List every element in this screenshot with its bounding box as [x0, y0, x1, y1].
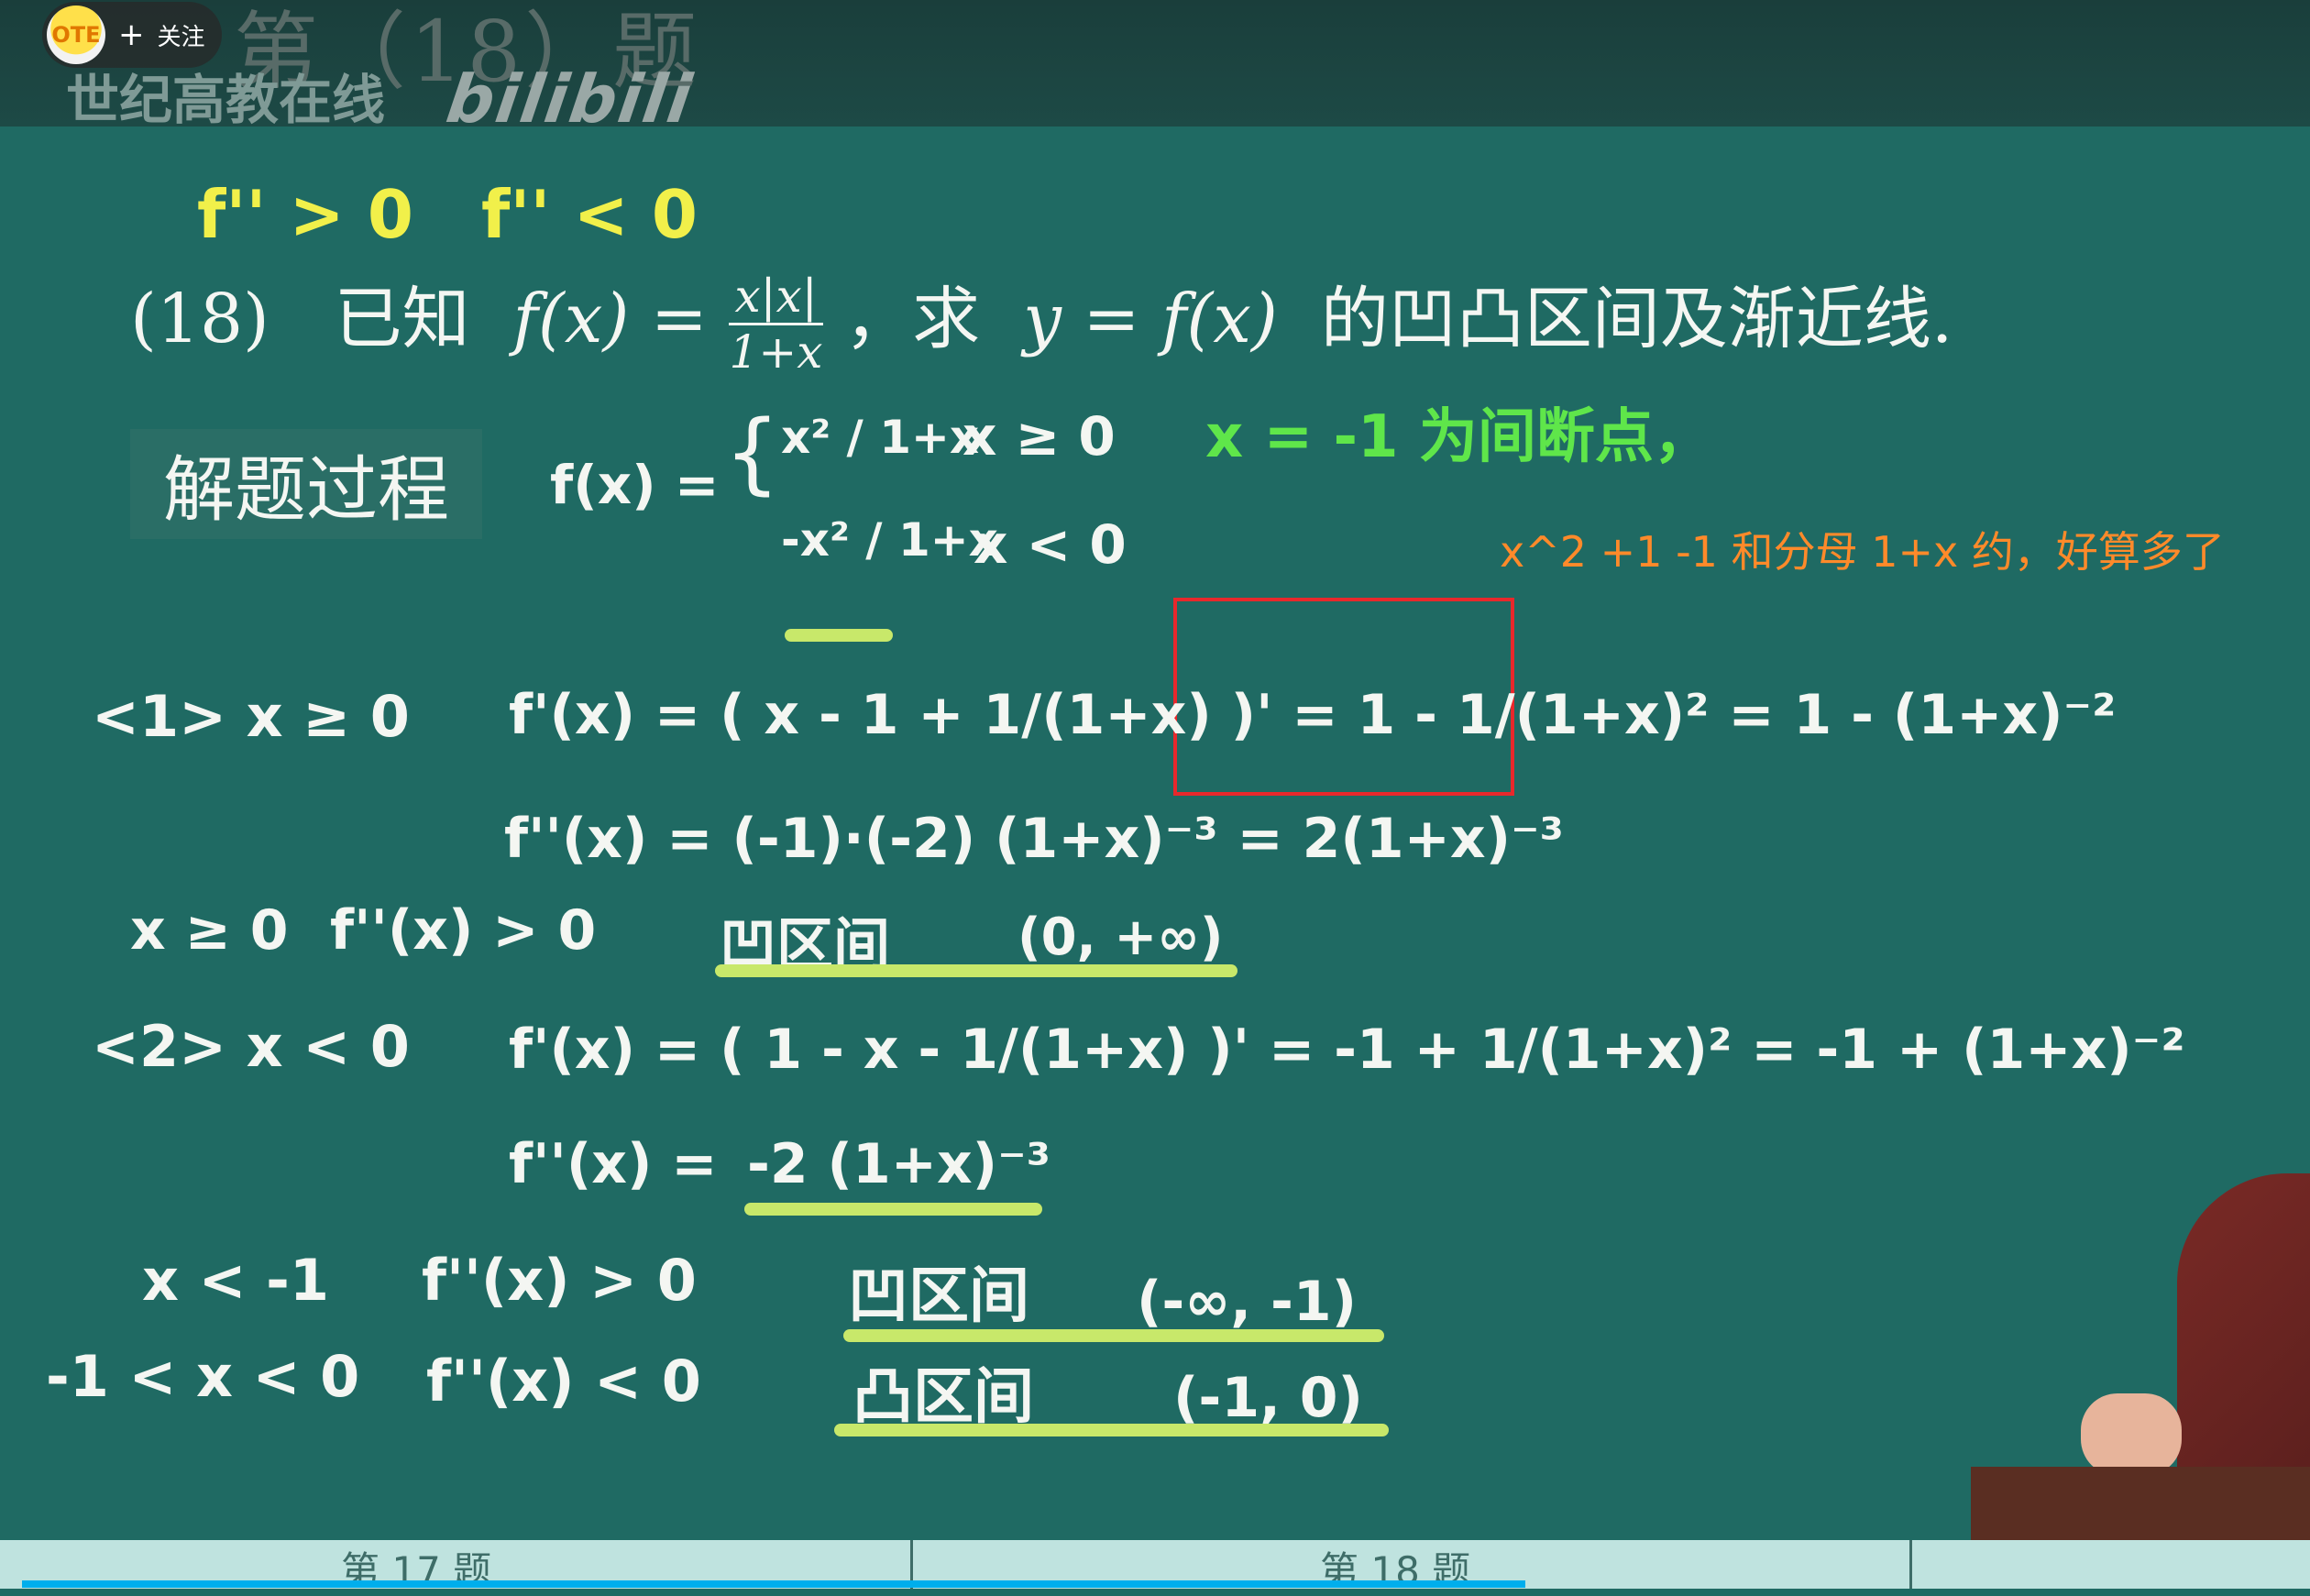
problem-comma: ，求: [844, 280, 981, 358]
case-1-second-derivative: f''(x) = (-1)·(-2) (1+x)⁻³ = 2(1+x)⁻³: [504, 807, 1564, 871]
chalk-underline-piece: [785, 629, 893, 642]
row-4-sign: f''(x) < 0: [426, 1348, 701, 1414]
fraction-numerator: x|x|: [729, 270, 823, 326]
teacher-hand: [2081, 1393, 2182, 1476]
piecewise-branch-1: x² / 1+x: [781, 411, 980, 464]
row-3-sign: f''(x) > 0: [422, 1247, 697, 1314]
case-2-label: <2> x < 0: [92, 1013, 410, 1080]
chalk-underline-case-2: [744, 1203, 1042, 1216]
case-2-second-derivative-rhs: -2 (1+x)⁻³: [747, 1132, 1051, 1196]
annotation-text: x^2 +1 -1 和分母 1+x 约，好算多了: [1500, 527, 2225, 577]
problem-rest: 的凹凸区间及渐近线.: [1320, 280, 1953, 358]
problem-statement: (18) 已知 f(x) = x|x| 1+x ，求 y = f(x) 的凹凸区…: [130, 264, 1952, 379]
chalk-underline-row-4: [834, 1424, 1389, 1436]
piecewise-cond-1: x ≥ 0: [962, 405, 1116, 468]
progress-bar[interactable]: [22, 1580, 1525, 1588]
case-1-sign: f''(x) > 0: [330, 898, 597, 963]
function-fraction: x|x| 1+x: [729, 270, 823, 380]
chalk-underline-case-1: [715, 964, 1238, 977]
function-lhs: f(x) =: [512, 280, 708, 358]
channel-name: 世纪高教在线: [66, 69, 386, 131]
problem-number: (18): [130, 280, 270, 358]
follow-button[interactable]: OTE + 关注: [42, 2, 222, 68]
solution-process-label: 解题过程: [130, 429, 482, 539]
chapter-divider: [1909, 1540, 1912, 1589]
chalk-fpp-positive: f'' > 0: [197, 176, 413, 253]
case-1-label: <1> x ≥ 0: [92, 683, 410, 750]
teacher-figure: [2177, 1173, 2310, 1503]
plus-icon: +: [118, 17, 145, 53]
row-4-result: 凸区间: [852, 1361, 1034, 1432]
piecewise-fx: f(x) =: [550, 454, 720, 516]
bilibili-watermark: bilibili: [442, 61, 698, 138]
fraction-denominator: 1+x: [729, 325, 823, 380]
case-2-first-derivative: f'(x) = ( 1 - x - 1/(1+x) )' = -1 + 1/(1…: [509, 1018, 2185, 1082]
follow-label: 关注: [157, 23, 205, 51]
case-1-interval: (0, +∞): [1018, 908, 1224, 967]
video-title-banner: 第（18）题 世纪高教在线 bilibili: [0, 0, 2310, 138]
podium: [1971, 1467, 2310, 1540]
chalk-underline-row-3: [843, 1329, 1384, 1342]
row-4-interval: (-1, 0): [1173, 1366, 1363, 1430]
row-3-interval: (-∞, -1): [1137, 1270, 1358, 1334]
case-1-condition: x ≥ 0: [130, 898, 289, 963]
case-1-first-derivative: f'(x) = ( x - 1 + 1/(1+x) )' = 1 - 1/(1+…: [509, 683, 2117, 747]
piecewise-branch-2: -x² / 1+x: [781, 513, 998, 567]
piecewise-cond-2: x < 0: [974, 513, 1127, 576]
row-4-condition: -1 < x < 0: [46, 1343, 360, 1410]
row-3-condition: x < -1: [142, 1247, 329, 1314]
row-3-result: 凹区间: [848, 1260, 1029, 1331]
chalk-fpp-negative: f'' < 0: [481, 176, 698, 253]
discontinuity-note: x = -1 为间断点，: [1205, 403, 1712, 471]
case-2-second-derivative-lhs: f''(x) =: [509, 1132, 718, 1196]
avatar[interactable]: OTE: [47, 6, 105, 64]
problem-given: 已知: [334, 280, 470, 358]
piecewise-brace: {: [724, 402, 781, 504]
problem-target: y = f(x): [1023, 280, 1278, 358]
